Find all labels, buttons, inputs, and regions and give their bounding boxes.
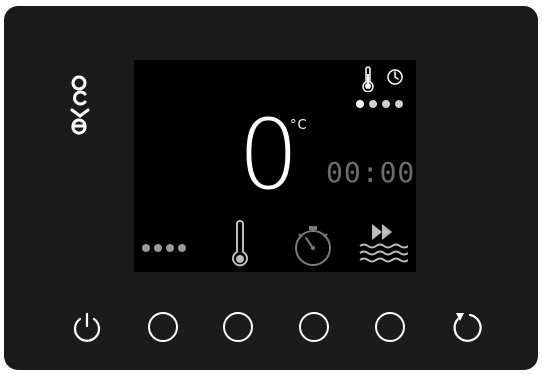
stopwatch-icon[interactable]	[291, 222, 335, 268]
power-button[interactable]	[69, 309, 105, 345]
timer-readout: 00:00	[326, 156, 416, 189]
circle-icon	[148, 312, 178, 342]
circle-icon	[299, 312, 329, 342]
evco-logo	[70, 75, 90, 135]
clock-icon	[387, 69, 403, 85]
refresh-icon	[453, 313, 482, 342]
button-4[interactable]	[372, 309, 408, 345]
page-indicator-top	[356, 100, 403, 108]
button-3[interactable]	[296, 309, 332, 345]
button-2[interactable]	[220, 309, 256, 345]
button-1[interactable]	[145, 309, 181, 345]
display-screen: 0 °C 00:00	[134, 60, 416, 272]
fast-forward-waves-icon[interactable]	[358, 222, 408, 266]
temperature-unit: °C	[290, 118, 308, 133]
circle-icon	[375, 312, 405, 342]
circle-icon	[223, 312, 253, 342]
thermometer-icon	[362, 66, 374, 92]
power-icon	[73, 312, 101, 342]
refresh-button[interactable]	[448, 309, 484, 345]
page-indicator-bottom	[142, 244, 186, 252]
temperature-value: 0	[238, 99, 300, 211]
thermometer-icon[interactable]	[230, 220, 250, 270]
